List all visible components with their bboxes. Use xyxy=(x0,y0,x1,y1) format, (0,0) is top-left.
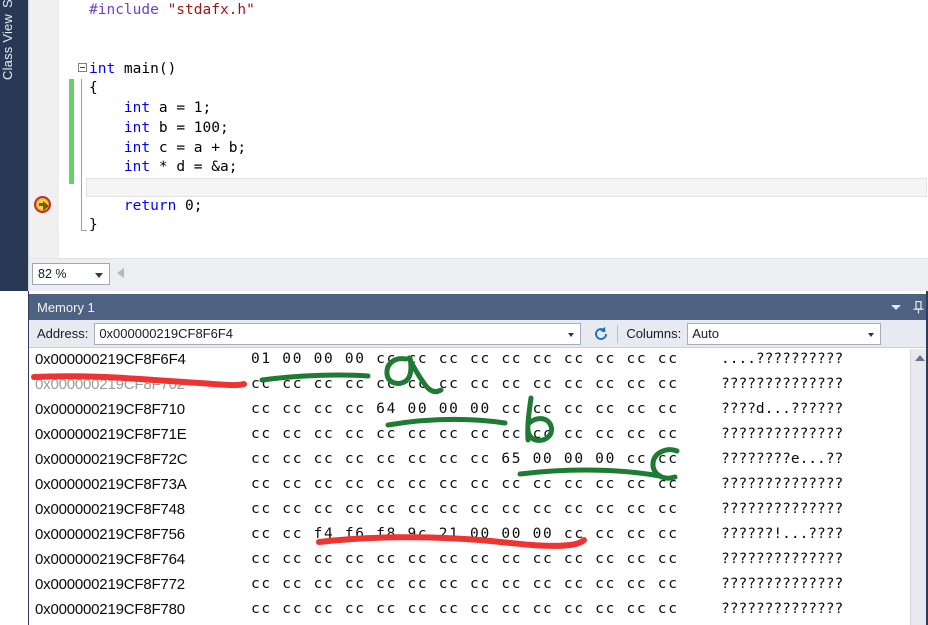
memory-row-hex[interactable]: cc cc cc cc cc cc cc cc cc cc cc cc cc c… xyxy=(251,551,679,567)
memory-row-ascii[interactable]: ?????????????? xyxy=(721,601,843,617)
memory-row-ascii[interactable]: ?????????????? xyxy=(721,476,843,492)
memory-row-hex[interactable]: cc cc cc cc cc cc cc cc cc cc cc cc cc c… xyxy=(251,576,679,592)
memory-row[interactable]: 0x000000219CF8F71E cc cc cc cc cc cc cc c… xyxy=(29,424,911,449)
collapse-outline-icon[interactable] xyxy=(78,63,87,72)
code-line-decl-b: int b = 100; xyxy=(123,120,229,136)
code-line-main-signature: int main() xyxy=(89,61,177,77)
memory-row-ascii[interactable]: ?????????????? xyxy=(721,426,843,442)
memory-row[interactable]: 0x000000219CF8F72C cc cc cc cc cc cc cc c… xyxy=(29,449,911,474)
memory-row-hex[interactable]: cc cc cc cc cc cc cc cc cc cc cc cc cc c… xyxy=(251,601,679,617)
sidebar-tab-server-explorer[interactable]: Server Explorer xyxy=(0,0,28,8)
code-line-return: return 0; xyxy=(123,198,203,214)
memory-row[interactable]: 0x000000219CF8F756 cc cc f4 f6 f8 9c 21 0… xyxy=(29,524,911,549)
current-statement-arrow-icon xyxy=(34,196,51,213)
memory-row[interactable]: 0x000000219CF8F702 cc cc cc cc cc cc cc c… xyxy=(29,374,911,399)
memory-dump-grid[interactable]: 0x000000219CF8F6F4 01 00 00 00 cc cc cc c… xyxy=(29,349,911,625)
memory-row-address: 0x000000219CF8F710 xyxy=(35,401,185,418)
code-line-include: #include "stdafx.h" xyxy=(89,2,255,18)
memory-row-ascii[interactable]: ????d...?????? xyxy=(721,401,843,417)
memory-row[interactable]: 0x000000219CF8F772 cc cc cc cc cc cc cc c… xyxy=(29,574,911,599)
memory-row-hex[interactable]: cc cc cc cc 64 00 00 00 cc cc cc cc cc c… xyxy=(251,401,679,417)
zoom-level-combobox[interactable]: 82 % xyxy=(32,263,110,285)
code-line-decl-a: int a = 1; xyxy=(123,100,212,116)
memory-row-ascii[interactable]: ??????!...???? xyxy=(721,526,843,542)
memory-row-ascii[interactable]: ?????????????? xyxy=(721,376,843,392)
memory-row[interactable]: 0x000000219CF8F780 cc cc cc cc cc cc cc c… xyxy=(29,599,911,624)
chevron-down-icon xyxy=(891,304,901,310)
toolbar-separator xyxy=(617,324,619,343)
columns-label: Columns: xyxy=(626,326,682,341)
memory-row-hex[interactable]: cc cc cc cc cc cc cc cc cc cc cc cc cc c… xyxy=(251,376,679,392)
chevron-down-icon[interactable] xyxy=(568,332,575,337)
pin-window-button[interactable] xyxy=(907,294,928,320)
unsaved-change-bar xyxy=(69,79,74,184)
columns-select[interactable]: Auto xyxy=(687,322,882,345)
memory-row-ascii[interactable]: ....?????????? xyxy=(721,351,843,367)
memory-row-hex[interactable]: cc cc cc cc cc cc cc cc cc cc cc cc cc c… xyxy=(251,476,679,492)
memory-row[interactable]: 0x000000219CF8F73A cc cc cc cc cc cc cc c… xyxy=(29,474,911,499)
address-label: Address: xyxy=(37,326,89,341)
memory-row[interactable]: 0x000000219CF8F6F4 01 00 00 00 cc cc cc c… xyxy=(29,349,911,374)
memory-row-address: 0x000000219CF8F6F4 xyxy=(35,351,186,368)
memory-window: Memory 1 Address: 0x000000219CF8F6F4 Col… xyxy=(28,291,928,625)
memory-row-ascii[interactable]: ?????????????? xyxy=(721,501,843,517)
zoom-level-value: 82 % xyxy=(38,267,67,281)
chevron-down-icon[interactable] xyxy=(95,273,103,278)
memory-row[interactable]: 0x000000219CF8F748 cc cc cc cc cc cc cc c… xyxy=(29,499,911,524)
memory-row-ascii[interactable]: ?????????????? xyxy=(721,576,843,592)
refresh-button[interactable] xyxy=(589,323,613,345)
left-tool-dock: Server Explorer Class View xyxy=(0,0,28,291)
chevron-down-icon[interactable] xyxy=(868,332,875,337)
memory-row-hex[interactable]: cc cc f4 f6 f8 9c 21 00 00 00 cc cc cc c… xyxy=(251,526,679,542)
memory-row-address: 0x000000219CF8F772 xyxy=(35,576,185,593)
block-structure-guide xyxy=(81,79,87,231)
code-line-close-brace: } xyxy=(89,217,98,233)
code-line-open-brace: { xyxy=(89,80,98,96)
visual-studio-window: Server Explorer Class View #include "std… xyxy=(0,0,928,625)
scroll-up-arrow-icon[interactable] xyxy=(915,355,925,361)
memory-row-ascii[interactable]: ????????e...?? xyxy=(721,451,843,467)
memory-row[interactable]: 0x000000219CF8F764 cc cc cc cc cc cc cc c… xyxy=(29,549,911,574)
editor-horizontal-scrollbar[interactable] xyxy=(129,262,925,286)
memory-row-hex[interactable]: cc cc cc cc cc cc cc cc cc cc cc cc cc c… xyxy=(251,501,679,517)
window-dropdown-menu-button[interactable] xyxy=(885,294,907,320)
memory-row-ascii[interactable]: ?????????????? xyxy=(721,551,843,567)
memory-row-address: 0x000000219CF8F73A xyxy=(35,476,187,493)
memory-row-address: 0x000000219CF8F71E xyxy=(35,426,187,443)
memory-row[interactable]: 0x000000219CF8F710 cc cc cc cc 64 00 00 0… xyxy=(29,399,911,424)
refresh-icon xyxy=(595,326,608,340)
memory-row-address: 0x000000219CF8F756 xyxy=(35,526,185,543)
address-input[interactable]: 0x000000219CF8F6F4 xyxy=(94,322,582,345)
code-line-decl-d: int * d = &a; xyxy=(123,159,238,175)
memory-row-address: 0x000000219CF8F702 xyxy=(35,376,185,393)
memory-window-titlebar[interactable]: Memory 1 xyxy=(29,294,928,320)
current-line-highlight xyxy=(86,178,927,197)
editor-status-strip: 82 % xyxy=(28,258,928,291)
pin-icon xyxy=(913,300,923,313)
memory-row-hex[interactable]: 01 00 00 00 cc cc cc cc cc cc cc cc cc c… xyxy=(251,351,679,367)
editor-indicator-margin[interactable] xyxy=(29,0,59,258)
address-input-value: 0x000000219CF8F6F4 xyxy=(99,326,234,341)
sidebar-tab-class-view[interactable]: Class View xyxy=(0,8,28,86)
memory-row-address: 0x000000219CF8F764 xyxy=(35,551,185,568)
code-editor[interactable]: #include "stdafx.h" int main() { int a =… xyxy=(28,0,928,258)
memory-row-hex[interactable]: cc cc cc cc cc cc cc cc 65 00 00 00 cc c… xyxy=(251,451,679,467)
memory-window-toolbar: Address: 0x000000219CF8F6F4 Columns: Aut… xyxy=(29,320,928,348)
memory-row-hex[interactable]: cc cc cc cc cc cc cc cc cc cc cc cc cc c… xyxy=(251,426,679,442)
memory-row-address: 0x000000219CF8F72C xyxy=(35,451,188,468)
memory-window-title: Memory 1 xyxy=(37,299,95,315)
columns-select-value: Auto xyxy=(692,326,719,341)
scroll-left-arrow-icon[interactable] xyxy=(117,268,124,278)
memory-row-address: 0x000000219CF8F780 xyxy=(35,601,185,618)
memory-row-address: 0x000000219CF8F748 xyxy=(35,501,185,518)
code-line-decl-c: int c = a + b; xyxy=(123,140,247,156)
